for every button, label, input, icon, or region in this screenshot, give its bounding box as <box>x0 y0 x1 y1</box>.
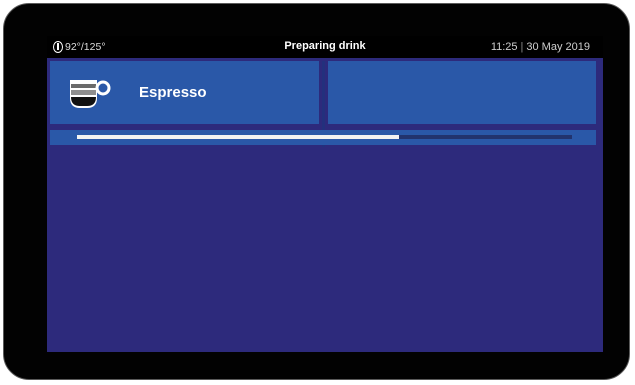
coffee-cup-icon <box>70 80 111 108</box>
time-text: 11:25 <box>490 41 518 53</box>
display-screen: 92°/125° Preparing drink 11:25 | 30 May 20… <box>47 36 603 352</box>
drink-tile[interactable]: Espresso <box>50 61 319 124</box>
datetime: 11:25 | 30 May 2019 <box>491 41 590 53</box>
drink-name: Espresso <box>139 84 207 101</box>
progress-bar <box>77 135 572 139</box>
date-text: 30 May 2019 <box>526 41 590 53</box>
progress-fill <box>77 135 399 139</box>
separator: | <box>520 41 524 53</box>
status-bar: 92°/125° Preparing drink 11:25 | 30 May 20… <box>47 36 603 58</box>
empty-tile <box>328 61 596 124</box>
progress-strip <box>50 130 596 145</box>
